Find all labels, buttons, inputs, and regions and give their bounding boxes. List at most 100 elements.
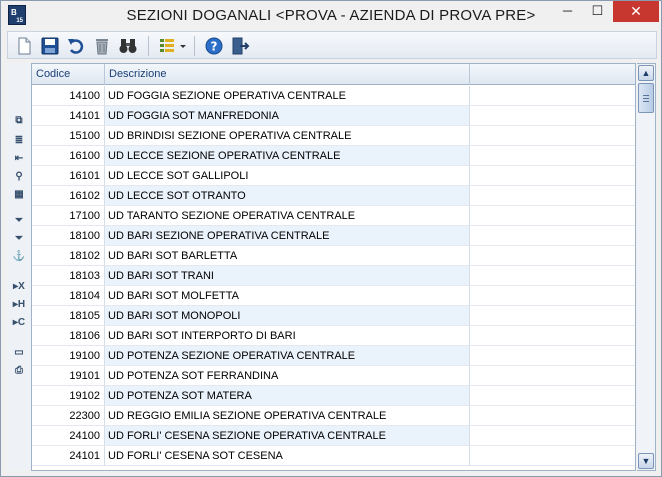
filter-clear-icon[interactable]: ⏷ — [12, 233, 26, 245]
cell-code[interactable]: 18104 — [32, 286, 105, 306]
scroll-up-button[interactable]: ▲ — [638, 65, 654, 81]
cell-description[interactable]: UD BARI SOT MOLFETTA — [105, 286, 470, 306]
monitor-icon[interactable]: ▭ — [12, 347, 26, 359]
print-icon[interactable]: ⎙ — [12, 365, 26, 377]
export-excel-icon[interactable]: ▸X — [12, 281, 26, 293]
scroll-thumb[interactable] — [638, 83, 654, 113]
vertical-scrollbar[interactable]: ▲ ▼ — [637, 63, 656, 471]
cell-description[interactable]: UD LECCE SOT GALLIPOLI — [105, 166, 470, 186]
cell-code[interactable]: 19102 — [32, 386, 105, 406]
cell-code[interactable]: 15100 — [32, 126, 105, 146]
cell-code[interactable]: 16100 — [32, 146, 105, 166]
cell-description[interactable]: UD POTENZA SEZIONE OPERATIVA CENTRALE — [105, 346, 470, 366]
import-icon[interactable]: ⇤ — [12, 153, 26, 165]
new-document-icon[interactable] — [14, 36, 34, 56]
table-row[interactable]: 18104 UD BARI SOT MOLFETTA — [32, 286, 635, 306]
table-row[interactable]: 18105 UD BARI SOT MONOPOLI — [32, 306, 635, 326]
data-grid: Codice Descrizione 14100 UD FOGGIA SEZION… — [31, 63, 636, 471]
table-row[interactable]: 19101 UD POTENZA SOT FERRANDINA — [32, 366, 635, 386]
scroll-grip — [643, 101, 649, 102]
cell-description[interactable]: UD BARI SOT INTERPORTO DI BARI — [105, 326, 470, 346]
table-row[interactable]: 19102 UD POTENZA SOT MATERA — [32, 386, 635, 406]
cell-description[interactable]: UD REGGIO EMILIA SEZIONE OPERATIVA CENTR… — [105, 406, 470, 426]
delete-icon[interactable] — [92, 36, 112, 56]
cell-description[interactable]: UD LECCE SOT OTRANTO — [105, 186, 470, 206]
cell-code[interactable]: 14100 — [32, 86, 105, 106]
help-icon[interactable]: ? — [204, 36, 224, 56]
cell-empty — [470, 286, 635, 306]
grid-header: Codice Descrizione — [32, 64, 635, 85]
table-row[interactable]: 18103 UD BARI SOT TRANI — [32, 266, 635, 286]
table-row[interactable]: 18100 UD BARI SEZIONE OPERATIVA CENTRALE — [32, 226, 635, 246]
table-row[interactable]: 24101 UD FORLI' CESENA SOT CESENA — [32, 446, 635, 466]
table-row[interactable]: 14100 UD FOGGIA SEZIONE OPERATIVA CENTRAL… — [32, 86, 635, 106]
cell-empty — [470, 126, 635, 146]
scroll-down-button[interactable]: ▼ — [638, 453, 654, 469]
anchor-icon[interactable]: ⚓ — [12, 251, 26, 263]
export-html-icon[interactable]: ▸H — [12, 299, 26, 311]
cell-code[interactable]: 16101 — [32, 166, 105, 186]
table-row[interactable]: 18106 UD BARI SOT INTERPORTO DI BARI — [32, 326, 635, 346]
cell-code[interactable]: 18102 — [32, 246, 105, 266]
cell-description[interactable]: UD POTENZA SOT MATERA — [105, 386, 470, 406]
list-icon[interactable]: ≣ — [12, 135, 26, 147]
export-csv-icon[interactable]: ▸C — [12, 317, 26, 329]
cell-code[interactable]: 19101 — [32, 366, 105, 386]
cell-description[interactable]: UD FORLI' CESENA SEZIONE OPERATIVA CENTR… — [105, 426, 470, 446]
cell-code[interactable]: 22300 — [32, 406, 105, 426]
save-icon[interactable] — [40, 36, 60, 56]
table-row[interactable]: 24100 UD FORLI' CESENA SEZIONE OPERATIVA … — [32, 426, 635, 446]
undo-icon[interactable] — [66, 36, 86, 56]
table-row[interactable]: 19100 UD POTENZA SEZIONE OPERATIVA CENTRA… — [32, 346, 635, 366]
table-row[interactable]: 16100 UD LECCE SEZIONE OPERATIVA CENTRALE — [32, 146, 635, 166]
cell-description[interactable]: UD POTENZA SOT FERRANDINA — [105, 366, 470, 386]
zoom-icon[interactable]: ⚲ — [12, 171, 26, 183]
title-bar: B 15 SEZIONI DOGANALI <PROVA - AZIENDA D… — [1, 1, 661, 30]
filter-icon[interactable]: ⏷ — [12, 215, 26, 227]
cell-empty — [470, 226, 635, 246]
cell-description[interactable]: UD BRINDISI SEZIONE OPERATIVA CENTRALE — [105, 126, 470, 146]
cell-empty — [470, 326, 635, 346]
cell-description[interactable]: UD FOGGIA SEZIONE OPERATIVA CENTRALE — [105, 86, 470, 106]
table-row[interactable]: 15100 UD BRINDISI SEZIONE OPERATIVA CENTR… — [32, 126, 635, 146]
copy-icon[interactable]: ⧉ — [12, 115, 26, 127]
cell-description[interactable]: UD BARI SOT BARLETTA — [105, 246, 470, 266]
calculator-icon[interactable]: ▦ — [12, 189, 26, 201]
table-row[interactable]: 18102 UD BARI SOT BARLETTA — [32, 246, 635, 266]
close-button[interactable]: ✕ — [613, 1, 659, 22]
toolbar-separator — [194, 36, 195, 56]
cell-code[interactable]: 19100 — [32, 346, 105, 366]
scroll-grip — [643, 95, 649, 96]
cell-code[interactable]: 18103 — [32, 266, 105, 286]
cell-code[interactable]: 24100 — [32, 426, 105, 446]
minimize-button[interactable]: ─ — [554, 1, 581, 22]
cell-description[interactable]: UD LECCE SEZIONE OPERATIVA CENTRALE — [105, 146, 470, 166]
table-row[interactable]: 16101 UD LECCE SOT GALLIPOLI — [32, 166, 635, 186]
cell-description[interactable]: UD BARI SEZIONE OPERATIVA CENTRALE — [105, 226, 470, 246]
cell-code[interactable]: 17100 — [32, 206, 105, 226]
cell-empty — [470, 186, 635, 206]
cell-description[interactable]: UD BARI SOT TRANI — [105, 266, 470, 286]
list-view-icon[interactable] — [158, 36, 188, 56]
binoculars-search-icon[interactable] — [118, 36, 138, 56]
cell-description[interactable]: UD FORLI' CESENA SOT CESENA — [105, 446, 470, 466]
table-row[interactable]: 17100 UD TARANTO SEZIONE OPERATIVA CENTRA… — [32, 206, 635, 226]
table-row[interactable]: 16102 UD LECCE SOT OTRANTO — [32, 186, 635, 206]
cell-code[interactable]: 16102 — [32, 186, 105, 206]
table-row[interactable]: 14101 UD FOGGIA SOT MANFREDONIA — [32, 106, 635, 126]
cell-empty — [470, 386, 635, 406]
table-row[interactable]: 22300 UD REGGIO EMILIA SEZIONE OPERATIVA … — [32, 406, 635, 426]
column-header-description[interactable]: Descrizione — [105, 64, 470, 85]
cell-code[interactable]: 18100 — [32, 226, 105, 246]
cell-code[interactable]: 18105 — [32, 306, 105, 326]
cell-code[interactable]: 18106 — [32, 326, 105, 346]
cell-description[interactable]: UD TARANTO SEZIONE OPERATIVA CENTRALE — [105, 206, 470, 226]
cell-code[interactable]: 24101 — [32, 446, 105, 466]
cell-description[interactable]: UD BARI SOT MONOPOLI — [105, 306, 470, 326]
cell-empty — [470, 166, 635, 186]
exit-icon[interactable] — [230, 36, 250, 56]
column-header-code[interactable]: Codice — [32, 64, 105, 85]
cell-description[interactable]: UD FOGGIA SOT MANFREDONIA — [105, 106, 470, 126]
cell-code[interactable]: 14101 — [32, 106, 105, 126]
maximize-button[interactable]: ☐ — [584, 1, 611, 22]
